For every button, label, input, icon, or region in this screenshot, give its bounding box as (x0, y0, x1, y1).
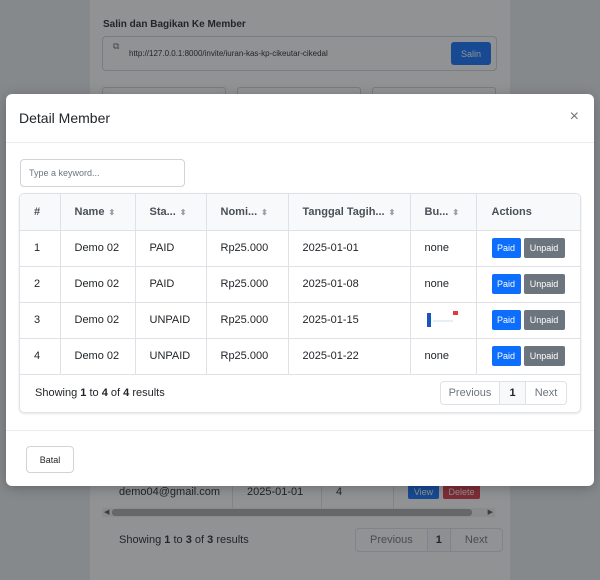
row-date: 2025-01-22 (288, 338, 411, 375)
modal-header: Detail Member × (6, 94, 594, 143)
pagination: Previous 1 Next (440, 381, 567, 405)
search-input[interactable] (20, 159, 185, 187)
sort-icon: ⬍ (179, 207, 187, 217)
row-status: PAID (135, 266, 207, 303)
row-status: PAID (135, 230, 207, 267)
unpaid-button[interactable]: Unpaid (523, 238, 565, 258)
sort-icon: ⬍ (388, 207, 396, 217)
row-status: UNPAID (135, 302, 207, 339)
row-name: Demo 02 (60, 338, 136, 375)
row-status: UNPAID (135, 338, 207, 375)
row-actions: Paid Unpaid (476, 338, 580, 375)
row-number: 2 (20, 266, 61, 303)
table-row: 3 Demo 02 UNPAID Rp25.000 2025-01-15 Pai… (20, 302, 580, 339)
row-nominal: Rp25.000 (206, 338, 289, 375)
row-bukti (410, 302, 477, 339)
row-nominal: Rp25.000 (206, 230, 289, 267)
paid-button[interactable]: Paid (491, 310, 521, 330)
results-summary: Showing 1 to 4 of 4 results (35, 387, 165, 399)
row-name: Demo 02 (60, 230, 136, 267)
column-header-bukti[interactable]: Bu... ⬍ (410, 194, 477, 231)
unpaid-button[interactable]: Unpaid (523, 346, 565, 366)
table-header-row: # Name ⬍ Sta... ⬍ Nomi... ⬍ Tanggal Tagih..… (20, 194, 580, 231)
pagination-next[interactable]: Next (526, 382, 566, 404)
row-name: Demo 02 (60, 302, 136, 339)
unpaid-button[interactable]: Unpaid (523, 310, 565, 330)
pagination-previous[interactable]: Previous (441, 382, 500, 404)
row-date: 2025-01-15 (288, 302, 411, 339)
row-number: 1 (20, 230, 61, 267)
modal-title: Detail Member (19, 110, 111, 126)
row-date: 2025-01-01 (288, 230, 411, 267)
row-nominal: Rp25.000 (206, 266, 289, 303)
detail-member-modal: Detail Member × # Name⬍ Sta...⬍ Nomi...⬍… (6, 94, 594, 486)
row-bukti: none (410, 266, 477, 303)
modal-footer: Batal (6, 430, 594, 486)
pagination-page[interactable]: 1 (500, 382, 526, 404)
row-actions: Paid Unpaid (476, 230, 580, 267)
member-table-card: # Name ⬍ Sta... ⬍ Nomi... ⬍ Tanggal Tagih..… (19, 193, 581, 413)
row-actions: Paid Unpaid (476, 302, 580, 339)
paid-button[interactable]: Paid (491, 274, 521, 294)
column-header-status[interactable]: Sta... ⬍ (135, 194, 207, 231)
close-icon[interactable]: × (570, 108, 579, 126)
table-row: 2 Demo 02 PAID Rp25.000 2025-01-08 none … (20, 266, 580, 303)
sort-icon: ⬍ (108, 207, 116, 217)
sort-icon: ⬍ (452, 207, 460, 217)
table-footer: Showing 1 to 4 of 4 results Previous 1 N… (20, 374, 580, 412)
row-nominal: Rp25.000 (206, 302, 289, 339)
column-header-actions: Actions (476, 194, 580, 231)
row-actions: Paid Unpaid (476, 266, 580, 303)
column-header-name[interactable]: Name ⬍ (60, 194, 136, 231)
row-bukti: none (410, 230, 477, 267)
row-number: 3 (20, 302, 61, 339)
table-row: 1 Demo 02 PAID Rp25.000 2025-01-01 none … (20, 230, 580, 267)
payment-proof-image[interactable] (425, 311, 458, 329)
column-header-nominal[interactable]: Nomi... ⬍ (206, 194, 289, 231)
paid-button[interactable]: Paid (491, 238, 521, 258)
unpaid-button[interactable]: Unpaid (523, 274, 565, 294)
row-number: 4 (20, 338, 61, 375)
member-bills-table: # Name ⬍ Sta... ⬍ Nomi... ⬍ Tanggal Tagih..… (20, 194, 580, 375)
row-date: 2025-01-08 (288, 266, 411, 303)
row-bukti: none (410, 338, 477, 375)
row-name: Demo 02 (60, 266, 136, 303)
sort-icon: ⬍ (261, 207, 268, 217)
column-header-number: # (20, 194, 61, 231)
column-header-date[interactable]: Tanggal Tagih... ⬍ (288, 194, 411, 231)
cancel-button[interactable]: Batal (26, 446, 74, 473)
table-row: 4 Demo 02 UNPAID Rp25.000 2025-01-22 non… (20, 338, 580, 375)
paid-button[interactable]: Paid (491, 346, 521, 366)
